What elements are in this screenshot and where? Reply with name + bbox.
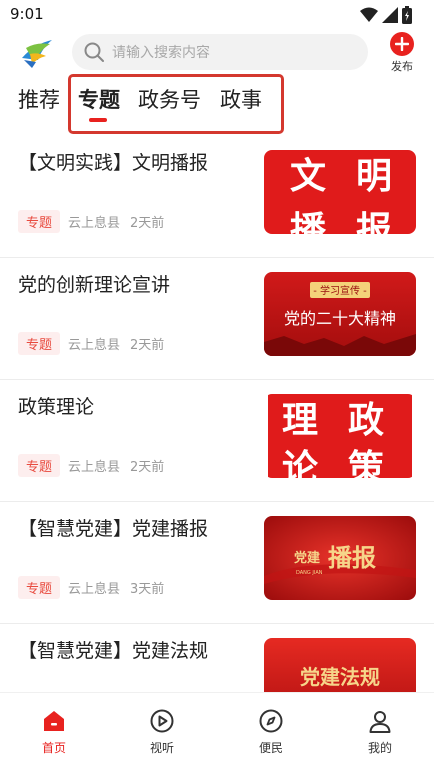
feed-item-title: 政策理论 bbox=[18, 396, 95, 418]
topic-tag: 专题 bbox=[18, 454, 61, 477]
thumb-banner: - 学习宣传 - bbox=[313, 284, 367, 297]
search-bar[interactable]: 请输入搜索内容 bbox=[72, 34, 368, 70]
nav-media-label: 视听 bbox=[149, 741, 174, 755]
nav-home[interactable]: 首页 bbox=[24, 709, 84, 756]
feed-item-time: 2天前 bbox=[130, 460, 165, 475]
feed-item-thumbnail: 理 政 论 策 bbox=[264, 394, 416, 478]
search-icon bbox=[84, 42, 104, 62]
channel-tabs: 推荐 专题 政务号 政事 bbox=[0, 74, 434, 136]
thumb-label-large: 播报 bbox=[328, 544, 376, 572]
feed-item-time: 2天前 bbox=[130, 338, 165, 353]
thumb-char: 报 bbox=[356, 209, 392, 234]
thumb-char: 明 bbox=[356, 155, 392, 197]
nav-profile-label: 我的 bbox=[367, 741, 392, 755]
home-icon bbox=[44, 711, 64, 731]
feed-item-time: 2天前 bbox=[130, 216, 165, 231]
status-bar: 9:01 bbox=[0, 0, 434, 30]
publish-button[interactable]: 发布 bbox=[388, 32, 416, 74]
app-logo bbox=[20, 34, 56, 70]
feed-item-thumbnail: 党建法规 bbox=[264, 638, 416, 692]
status-icons bbox=[360, 6, 412, 24]
search-placeholder: 请输入搜索内容 bbox=[112, 45, 210, 61]
thumb-headline: 党的二十大精神 bbox=[284, 309, 396, 328]
feed-item-meta: 专题 云上息县 3天前 bbox=[18, 576, 164, 599]
news-feed: 【文明实践】文明播报 专题 云上息县 2天前 文 明 播 报 党的创新理论宣讲 … bbox=[0, 136, 434, 692]
nav-home-label: 首页 bbox=[41, 741, 66, 755]
feed-item-meta: 专题 云上息县 2天前 bbox=[18, 210, 164, 233]
feed-item-meta: 专题 云上息县 2天前 bbox=[18, 332, 164, 355]
feed-item[interactable]: 党的创新理论宣讲 专题 云上息县 2天前 - 学习宣传 - 党的二十大精神 bbox=[0, 258, 434, 380]
publish-label: 发布 bbox=[391, 60, 413, 73]
thumb-label-pinyin: DANG JIAN bbox=[296, 570, 323, 576]
topic-tag: 专题 bbox=[18, 210, 61, 233]
tab-recommend[interactable]: 推荐 bbox=[18, 84, 60, 114]
feed-item[interactable]: 【文明实践】文明播报 专题 云上息县 2天前 文 明 播 报 bbox=[0, 136, 434, 258]
feed-item-title: 【智慧党建】党建法规 bbox=[18, 640, 209, 662]
thumb-char: 论 bbox=[282, 447, 319, 478]
feed-item[interactable]: 政策理论 专题 云上息县 2天前 理 政 论 策 bbox=[0, 380, 434, 502]
feed-item-title: 【智慧党建】党建播报 bbox=[18, 518, 209, 540]
play-icon bbox=[150, 709, 174, 733]
feed-item-title: 党的创新理论宣讲 bbox=[18, 274, 171, 296]
bottom-nav: 首页 视听 便民 我的 bbox=[0, 692, 434, 772]
thumb-char: 理 bbox=[282, 399, 318, 441]
topic-tag: 专题 bbox=[18, 332, 61, 355]
wifi-icon bbox=[360, 7, 378, 22]
thumb-label-small: 党建 bbox=[294, 550, 320, 566]
feed-item-thumbnail: 文 明 播 报 bbox=[264, 150, 416, 234]
nav-services-label: 便民 bbox=[258, 741, 283, 755]
feed-item-meta: 专题 云上息县 2天前 bbox=[18, 454, 164, 477]
plus-icon bbox=[390, 32, 414, 56]
status-time: 9:01 bbox=[10, 5, 44, 23]
battery-icon bbox=[402, 6, 412, 24]
topic-tag: 专题 bbox=[18, 576, 61, 599]
nav-profile[interactable]: 我的 bbox=[350, 709, 410, 756]
tabs-highlight-box bbox=[68, 74, 284, 134]
nav-services[interactable]: 便民 bbox=[241, 709, 301, 756]
nav-media[interactable]: 视听 bbox=[132, 709, 192, 756]
feed-item-title: 【文明实践】文明播报 bbox=[18, 152, 209, 174]
thumb-label: 党建法规 bbox=[300, 665, 380, 689]
feed-item-thumbnail: 党建 播报 DANG JIAN bbox=[264, 516, 416, 600]
user-icon bbox=[369, 711, 391, 733]
signal-icon bbox=[382, 7, 398, 23]
feed-item[interactable]: 【智慧党建】党建播报 专题 云上息县 3天前 党建 播报 DANG JIAN bbox=[0, 502, 434, 624]
feed-item[interactable]: 【智慧党建】党建法规 党建法规 bbox=[0, 624, 434, 692]
feed-item-source: 云上息县 bbox=[68, 582, 121, 597]
feed-item-source: 云上息县 bbox=[68, 338, 121, 353]
feed-item-source: 云上息县 bbox=[68, 216, 121, 231]
feed-item-source: 云上息县 bbox=[68, 460, 121, 475]
thumb-char: 播 bbox=[290, 209, 327, 234]
thumb-char: 策 bbox=[348, 447, 384, 478]
app-header: 请输入搜索内容 发布 bbox=[0, 30, 434, 74]
thumb-char: 文 bbox=[290, 155, 326, 197]
feed-item-thumbnail: - 学习宣传 - 党的二十大精神 bbox=[264, 272, 416, 356]
compass-icon bbox=[259, 709, 283, 733]
feed-item-time: 3天前 bbox=[130, 582, 165, 597]
thumb-char: 政 bbox=[348, 399, 384, 441]
